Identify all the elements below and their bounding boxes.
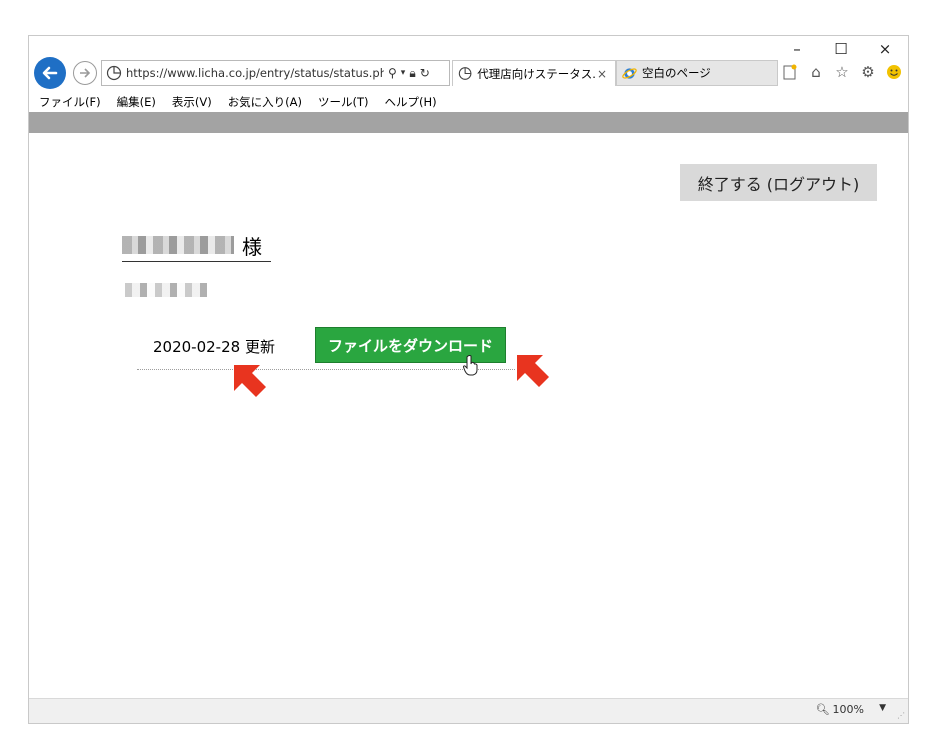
title-bar: – ☐ × https://www.licha.co.jp/entry/stat… [29,36,908,92]
logout-button[interactable]: 終了する (ログアウト) [680,164,877,201]
zoom-icon: 🔍︎ [815,703,830,716]
file-row: 2020-02-28 更新 ファイルをダウンロード [137,327,515,370]
update-date: 2020-02-28 更新 [153,338,275,356]
tab-label: 空白のページ [642,66,711,80]
tab-label: 代理店向けステータス... [477,66,597,81]
zoom-level: 100% [832,703,864,716]
favorites-star-icon[interactable]: ☆ [832,62,852,82]
zoom-dropdown-icon[interactable]: ▼ [879,703,886,713]
zoom-control[interactable]: 🔍︎ 100% [816,703,864,716]
arrow-right-icon [80,68,91,78]
menu-favorites[interactable]: お気に入り(A) [228,94,302,110]
ie-logo-icon [622,67,637,79]
search-icon[interactable]: ⚲ [388,66,397,80]
tab-blank[interactable]: 空白のページ [616,60,778,86]
forward-button[interactable] [73,61,97,85]
smiley-feedback-icon[interactable] [884,62,904,82]
page-icon [458,67,472,80]
close-tab-icon[interactable]: × [597,67,607,81]
refresh-icon[interactable]: ↻ [420,66,430,80]
redacted-sub-info [125,283,207,297]
gear-icon[interactable]: ⚙ [858,62,878,82]
site-header-bar [29,112,908,133]
menu-tools[interactable]: ツール(T) [318,94,369,110]
back-button[interactable] [34,57,66,89]
menu-file[interactable]: ファイル(F) [39,94,101,110]
dropdown-icon[interactable]: ▾ [401,68,406,78]
honorific-label: 様 [242,234,262,259]
maximize-button[interactable]: ☐ [826,40,856,58]
tab-status[interactable]: 代理店向けステータス... × [452,60,616,86]
home-icon[interactable]: ⌂ [806,62,826,82]
redacted-user-name [122,236,234,254]
annotation-arrow-left [234,365,266,397]
hand-cursor-icon [462,355,478,376]
page-icon [106,65,122,81]
menu-bar: ファイル(F) 編集(E) 表示(V) お気に入り(A) ツール(T) ヘルプ(… [29,92,908,112]
browser-window: – ☐ × https://www.licha.co.jp/entry/stat… [28,35,909,724]
address-bar[interactable]: https://www.licha.co.jp/entry/status/sta… [101,60,450,86]
lock-icon[interactable]: 🔒︎ [409,66,415,81]
annotation-arrow-right [517,355,549,387]
close-window-button[interactable]: × [870,40,900,58]
status-bar: 🔍︎ 100% ▼ ⋰ [29,698,908,723]
address-text: https://www.licha.co.jp/entry/status/sta… [126,66,384,80]
menu-edit[interactable]: 編集(E) [117,94,156,110]
resize-grip-icon[interactable]: ⋰ [897,711,905,720]
page-content: 終了する (ログアウト) 様 2020-02-28 更新 ファイルをダウンロード [29,133,908,699]
minimize-button[interactable]: – [782,40,812,58]
menu-view[interactable]: 表示(V) [172,94,212,110]
user-name-heading: 様 [122,229,271,262]
arrow-left-icon [42,66,58,80]
new-tab-icon[interactable] [780,62,800,82]
menu-help[interactable]: ヘルプ(H) [385,94,437,110]
